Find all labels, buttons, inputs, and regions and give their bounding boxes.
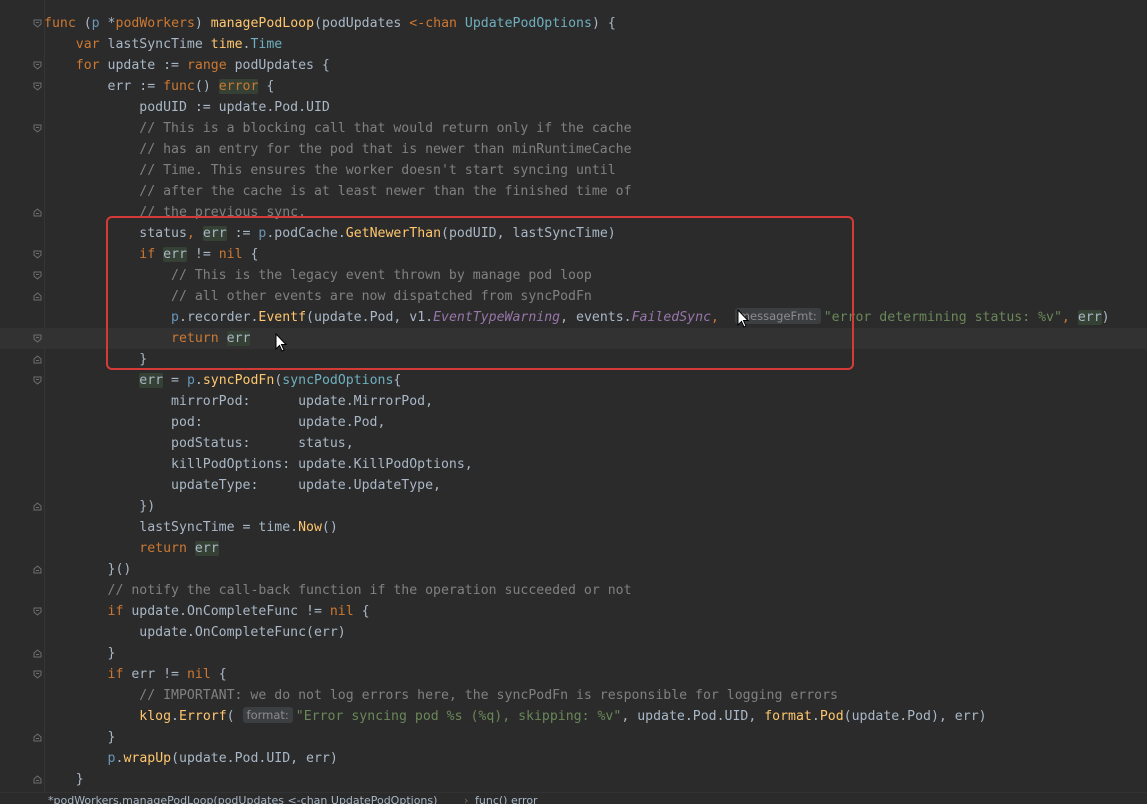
fold-open-icon[interactable] [33, 271, 42, 280]
code-line-19[interactable]: mirrorPod: update.MirrorPod, [0, 391, 1147, 412]
code-line-37[interactable]: } [0, 769, 1147, 790]
code-line-20[interactable]: pod: update.Pod, [0, 412, 1147, 433]
fold-open-icon[interactable] [33, 607, 42, 616]
code-line-1[interactable]: func (p *podWorkers) managePodLoop(podUp… [0, 13, 1147, 34]
code-line-24[interactable]: }) [0, 496, 1147, 517]
fold-close-icon[interactable] [33, 208, 42, 217]
code-line-9[interactable]: // after the cache is at least newer tha… [0, 181, 1147, 202]
fold-open-icon[interactable] [33, 124, 42, 133]
breadcrumb: *podWorkers.managePodLoop(podUpdates <-c… [0, 792, 1147, 804]
code-line-21[interactable]: podStatus: status, [0, 433, 1147, 454]
code-line-23[interactable]: updateType: update.UpdateType, [0, 475, 1147, 496]
fold-open-icon[interactable] [33, 376, 42, 385]
code-line-28[interactable]: // notify the call-back function if the … [0, 580, 1147, 601]
fold-close-icon[interactable] [33, 649, 42, 658]
fold-close-icon[interactable] [33, 775, 42, 784]
fold-open-icon[interactable] [33, 670, 42, 679]
fold-open-icon[interactable] [33, 19, 42, 28]
code-line-36[interactable]: p.wrapUp(update.Pod.UID, err) [0, 748, 1147, 769]
code-line-25[interactable]: lastSyncTime = time.Now() [0, 517, 1147, 538]
code-line-18[interactable]: err = p.syncPodFn(syncPodOptions{ [0, 370, 1147, 391]
code-line-27[interactable]: }() [0, 559, 1147, 580]
code-line-31[interactable]: } [0, 643, 1147, 664]
code-line-8[interactable]: // Time. This ensures the worker doesn't… [0, 160, 1147, 181]
fold-open-icon[interactable] [33, 334, 42, 343]
code-line-2[interactable]: var lastSyncTime time.Time [0, 34, 1147, 55]
breadcrumb-separator-icon: › [464, 794, 469, 804]
fold-close-icon[interactable] [33, 733, 42, 742]
highlight-annotation-box [106, 216, 854, 370]
param-hint: format: [242, 707, 293, 723]
breadcrumb-item-function[interactable]: *podWorkers.managePodLoop(podUpdates <-c… [48, 794, 437, 804]
code-line-35[interactable]: } [0, 727, 1147, 748]
code-line-3[interactable]: for update := range podUpdates { [0, 55, 1147, 76]
code-line-30[interactable]: update.OnCompleteFunc(err) [0, 622, 1147, 643]
code-line-5[interactable]: podUID := update.Pod.UID [0, 97, 1147, 118]
code-line-4[interactable]: err := func() error { [0, 76, 1147, 97]
breadcrumb-item-closure[interactable]: func() error [475, 794, 538, 804]
code-line-34[interactable]: klog.Errorf( format: "Error syncing pod %… [0, 706, 1147, 727]
fold-open-icon[interactable] [33, 250, 42, 259]
code-line-29[interactable]: if update.OnCompleteFunc != nil { [0, 601, 1147, 622]
fold-open-icon[interactable] [33, 82, 42, 91]
code-line-22[interactable]: killPodOptions: update.KillPodOptions, [0, 454, 1147, 475]
fold-close-icon[interactable] [33, 355, 42, 364]
code-area[interactable]: func (p *podWorkers) managePodLoop(podUp… [0, 13, 1147, 790]
code-text: func (p *podWorkers) managePodLoop(podUp… [44, 16, 616, 31]
mouse-pointer-icon [275, 332, 288, 353]
code-line-6[interactable]: // This is a blocking call that would re… [0, 118, 1147, 139]
fold-close-icon[interactable] [33, 292, 42, 301]
fold-close-icon[interactable] [33, 502, 42, 511]
fold-close-icon[interactable] [33, 565, 42, 574]
code-line-33[interactable]: // IMPORTANT: we do not log errors here,… [0, 685, 1147, 706]
code-line-7[interactable]: // has an entry for the pod that is newe… [0, 139, 1147, 160]
code-line-26[interactable]: return err [0, 538, 1147, 559]
code-line-32[interactable]: if err != nil { [0, 664, 1147, 685]
mouse-pointer-icon [737, 308, 750, 329]
code-editor[interactable]: func (p *podWorkers) managePodLoop(podUp… [0, 0, 1147, 804]
fold-open-icon[interactable] [33, 61, 42, 70]
